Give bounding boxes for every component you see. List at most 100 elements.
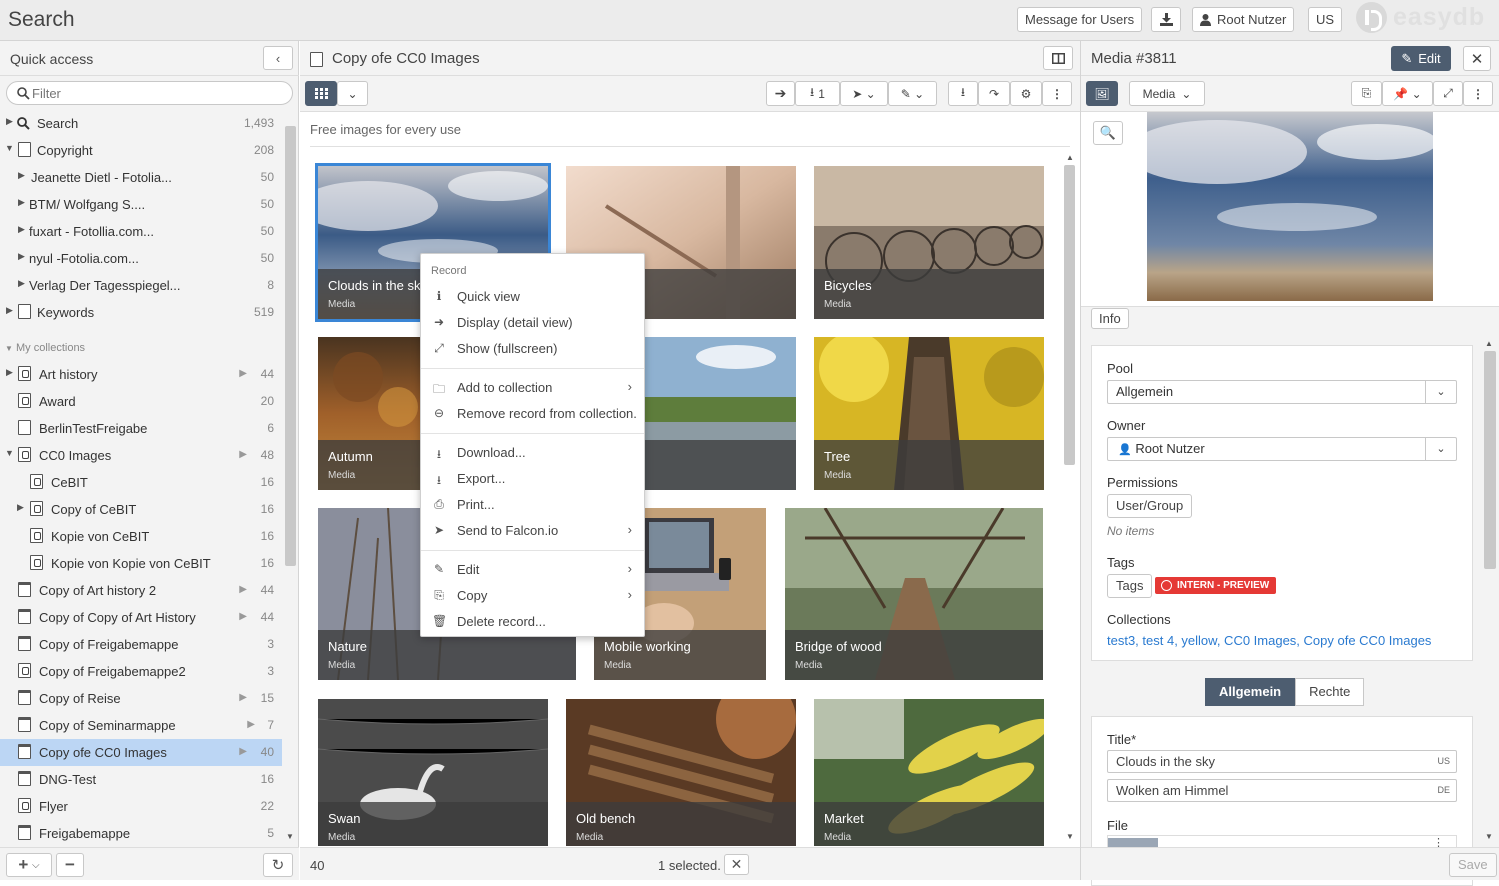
title-input-en[interactable]: Clouds in the sky US bbox=[1107, 750, 1457, 773]
sidebar-collection-item[interactable]: Copy of Copy of Art History ▶ 44 bbox=[0, 604, 282, 631]
menu-item-remove-from-collection[interactable]: ⊖ Remove record from collection. bbox=[421, 401, 644, 427]
media-card[interactable]: Old bench Media bbox=[566, 699, 796, 846]
sidebar-collection-item[interactable]: Copy of Freigabemappe2 3 bbox=[0, 658, 282, 685]
user-menu-button[interactable]: Root Nutzer bbox=[1192, 7, 1295, 32]
save-button[interactable]: Save bbox=[1449, 853, 1497, 877]
expand-icon[interactable]: ▶ bbox=[6, 367, 13, 378]
expand-icon[interactable]: ▶ bbox=[18, 251, 25, 262]
menu-item-export[interactable]: ⭳ Export... bbox=[421, 466, 644, 492]
menu-item-download[interactable]: ⭳ Download... bbox=[421, 440, 644, 466]
media-card[interactable]: Market Media bbox=[814, 699, 1044, 846]
play-icon[interactable]: ▶ bbox=[239, 368, 247, 379]
edit-button[interactable]: ✎ Edit bbox=[1391, 46, 1451, 71]
scroll-down-icon[interactable]: ▼ bbox=[286, 832, 294, 841]
falcon-button[interactable]: ➤ ⌄ bbox=[840, 81, 888, 106]
sidebar-collection-item[interactable]: Copy of Seminarmappe ▶ 7 bbox=[0, 712, 282, 739]
media-card[interactable]: Bridge of wood Media bbox=[785, 508, 1043, 680]
close-detail-button[interactable]: ✕ bbox=[1463, 46, 1491, 71]
scroll-up-icon[interactable]: ▲ bbox=[1485, 339, 1493, 348]
expand-icon[interactable]: ▶ bbox=[6, 305, 13, 316]
expand-icon[interactable]: ▶ bbox=[18, 197, 25, 208]
sidebar-item-nyul[interactable]: ▶ nyul -Fotolia.com... 50 bbox=[0, 245, 282, 272]
edit-menu-button[interactable]: ✎ ⌄ bbox=[888, 81, 937, 106]
menu-item-print[interactable]: ⎙ Print... bbox=[421, 492, 644, 518]
sidebar-item-keywords[interactable]: ▶ Keywords 519 bbox=[0, 299, 282, 326]
sidebar-collection-item[interactable]: ▼ CC0 Images ▶ 48 bbox=[0, 442, 282, 469]
menu-item-send-falcon[interactable]: ➤ Send to Falcon.io › bbox=[421, 518, 644, 544]
menu-item-fullscreen[interactable]: ⤢ Show (fullscreen) bbox=[421, 336, 644, 362]
sidebar-item-verlag[interactable]: ▶ Verlag Der Tagesspiegel... 8 bbox=[0, 272, 282, 299]
owner-select[interactable]: 👤 Root Nutzer ⌄ bbox=[1107, 437, 1457, 461]
menu-item-display[interactable]: ➜ Display (detail view) bbox=[421, 310, 644, 336]
scroll-down-icon[interactable]: ▼ bbox=[1066, 832, 1074, 841]
expand-icon[interactable]: ▼ bbox=[5, 448, 14, 458]
mask-select[interactable]: Media ⌄ bbox=[1129, 81, 1205, 106]
user-group-button[interactable]: User/Group bbox=[1107, 494, 1193, 518]
sidebar-collection-item[interactable]: CeBIT 16 bbox=[0, 469, 282, 496]
play-icon[interactable]: ▶ bbox=[239, 611, 247, 622]
sidebar-collection-item[interactable]: ▶ Copy of CeBIT 16 bbox=[0, 496, 282, 523]
title-input-de[interactable]: Wolken am Himmel DE bbox=[1107, 779, 1457, 802]
download-count-button[interactable]: ⭳ 1 bbox=[795, 81, 840, 106]
sidebar-filter-input[interactable] bbox=[6, 81, 293, 105]
play-icon[interactable]: ▶ bbox=[239, 584, 247, 595]
download-manager-button[interactable] bbox=[1151, 7, 1181, 32]
tag-badge[interactable]: INTERN - PREVIEW bbox=[1155, 577, 1277, 594]
remove-collection-button[interactable]: − bbox=[56, 853, 84, 877]
menu-item-edit[interactable]: ✎ Edit › bbox=[421, 557, 644, 583]
message-for-users-button[interactable]: Message for Users bbox=[1017, 7, 1143, 32]
language-button[interactable]: US bbox=[1308, 7, 1343, 32]
sidebar-item-copyright[interactable]: ▼ Copyright 208 bbox=[0, 137, 282, 164]
view-options-dropdown[interactable]: ⌄ bbox=[337, 81, 368, 106]
media-card[interactable]: Tree Media bbox=[814, 337, 1044, 490]
tab-rechte[interactable]: Rechte bbox=[1295, 678, 1365, 706]
preview-image[interactable] bbox=[1147, 112, 1433, 301]
sidebar-collection-item[interactable]: BerlinTestFreigabe 6 bbox=[0, 415, 282, 442]
grid-scrollbar[interactable] bbox=[1064, 165, 1075, 465]
sidebar-collection-item[interactable]: DNG-Test 16 bbox=[0, 766, 282, 793]
sidebar-collection-item[interactable]: Copy of Freigabemappe 3 bbox=[0, 631, 282, 658]
media-card[interactable]: Swan Media bbox=[318, 699, 548, 846]
sidebar-item-fuxart[interactable]: ▶ fuxart - Fotollia.com... 50 bbox=[0, 218, 282, 245]
refresh-button[interactable]: ↻ bbox=[263, 853, 293, 877]
my-collections-section[interactable]: ▼ My collections bbox=[5, 342, 85, 354]
play-icon[interactable]: ▶ bbox=[239, 449, 247, 460]
collections-links[interactable]: test3, test 4, yellow, CC0 Images, Copy … bbox=[1107, 633, 1431, 648]
download-button[interactable]: ⭳ bbox=[948, 81, 978, 106]
menu-item-add-to-collection[interactable]: 🗀 Add to collection › bbox=[421, 375, 644, 401]
sidebar-scrollbar[interactable] bbox=[285, 126, 296, 566]
zoom-button[interactable]: 🔍 bbox=[1093, 121, 1123, 145]
collapse-sidebar-button[interactable]: ‹ bbox=[263, 46, 293, 70]
sidebar-item-search[interactable]: ▶ Search 1,493 bbox=[0, 110, 282, 137]
fullscreen-button[interactable]: ⤢ bbox=[1433, 81, 1463, 106]
image-view-button[interactable]: 🖼 bbox=[1086, 81, 1118, 106]
pin-button[interactable]: 📌 ⌄ bbox=[1382, 81, 1433, 106]
play-icon[interactable]: ▶ bbox=[239, 746, 247, 757]
sidebar-collection-item[interactable]: Copy of Art history 2 ▶ 44 bbox=[0, 577, 282, 604]
menu-item-quick-view[interactable]: ℹ Quick view bbox=[421, 284, 644, 310]
toggle-panel-button[interactable] bbox=[1043, 46, 1073, 70]
sidebar-collection-item[interactable]: Freigabemappe 5 bbox=[0, 820, 282, 847]
menu-item-delete[interactable]: 🗑 Delete record... bbox=[421, 609, 644, 635]
sidebar-collection-item[interactable]: Kopie von Kopie von CeBIT 16 bbox=[0, 550, 282, 577]
share-button[interactable]: ↷ bbox=[978, 81, 1010, 106]
detail-scrollbar[interactable] bbox=[1484, 351, 1496, 569]
sidebar-item-jeanette[interactable]: ▶ Jeanette Dietl - Fotolia... 50 bbox=[0, 164, 282, 191]
sidebar-collection-item[interactable]: Award 20 bbox=[0, 388, 282, 415]
scroll-up-icon[interactable]: ▲ bbox=[1066, 153, 1074, 162]
sidebar-collection-item[interactable]: Copy ofe CC0 Images ▶ 40 bbox=[0, 739, 282, 766]
tab-allgemein[interactable]: Allgemein bbox=[1205, 678, 1296, 706]
scroll-down-icon[interactable]: ▼ bbox=[1485, 832, 1493, 841]
compare-button[interactable]: ⎘ bbox=[1351, 81, 1382, 106]
more-options-button[interactable]: ⋮ bbox=[1463, 81, 1493, 106]
add-collection-button[interactable]: + ⌵ bbox=[6, 853, 52, 877]
grid-view-button[interactable] bbox=[305, 81, 337, 106]
expand-icon[interactable]: ▶ bbox=[18, 224, 25, 235]
sidebar-item-btm[interactable]: ▶ BTM/ Wolfgang S.... 50 bbox=[0, 191, 282, 218]
sidebar-collection-item[interactable]: Copy of Reise ▶ 15 bbox=[0, 685, 282, 712]
pool-select[interactable]: Allgemein ⌄ bbox=[1107, 380, 1457, 404]
info-button[interactable]: Info bbox=[1091, 308, 1129, 329]
sidebar-collection-item[interactable]: Kopie von CeBIT 16 bbox=[0, 523, 282, 550]
sidebar-collection-item[interactable]: ▶ Art history ▶ 44 bbox=[0, 361, 282, 388]
clear-selection-button[interactable]: ✕ bbox=[724, 854, 749, 875]
